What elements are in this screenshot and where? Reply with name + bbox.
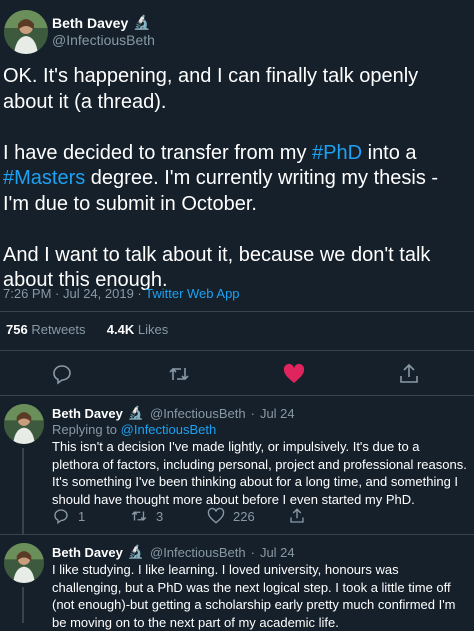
reply-text: This isn't a decision I've made lightly,… <box>52 439 467 507</box>
retweet-count: 3 <box>156 508 164 524</box>
tweet-timestamp[interactable]: 7:26 PM · Jul 24, 2019 · <box>3 286 145 301</box>
tweet-text-segment: I have decided to transfer from my <box>3 141 313 164</box>
share-button[interactable] <box>288 507 306 525</box>
author-name-row: Beth Davey 🔬 <box>52 14 151 31</box>
like-button[interactable]: 226 <box>207 507 255 525</box>
retweet-icon <box>169 367 189 381</box>
reply-button[interactable] <box>50 362 74 386</box>
thread-connector <box>22 448 24 534</box>
reply-date[interactable]: Jul 24 <box>260 406 295 421</box>
retweet-button[interactable] <box>167 362 191 386</box>
replying-to-handle[interactable]: @InfectiousBeth <box>121 422 217 437</box>
replying-to: Replying to @InfectiousBeth <box>52 422 216 437</box>
tweet-paragraph-2: I have decided to transfer from my #PhD … <box>3 141 469 218</box>
replying-to-prefix: Replying to <box>52 422 121 437</box>
share-icon <box>290 508 304 523</box>
reply-icon <box>54 509 68 525</box>
microscope-icon: 🔬 <box>127 544 144 559</box>
author-display-name[interactable]: Beth Davey <box>52 15 128 31</box>
hashtag-masters[interactable]: #Masters <box>3 167 85 189</box>
reply-date[interactable]: Jul 24 <box>260 545 295 560</box>
author-handle[interactable]: @InfectiousBeth <box>150 406 246 421</box>
share-icon <box>400 363 418 383</box>
tweet-paragraph-1: OK. It's happening, and I can finally ta… <box>3 65 419 113</box>
share-button[interactable] <box>397 362 421 386</box>
avatar-photo <box>4 543 44 583</box>
tweet-metadata: 7:26 PM · Jul 24, 2019 · Twitter Web App <box>3 286 240 301</box>
avatar-photo <box>4 10 48 54</box>
retweet-count: 756 <box>6 322 28 337</box>
tweet-text-segment: into a <box>362 141 417 164</box>
reply-text: I like studying. I like learning. I love… <box>52 562 456 630</box>
reply-header: Beth Davey 🔬 @InfectiousBeth · Jul 24 <box>52 405 295 421</box>
author-handle[interactable]: @InfectiousBeth <box>150 545 246 560</box>
reply-header: Beth Davey 🔬 @InfectiousBeth · Jul 24 <box>52 544 295 560</box>
retweet-button[interactable]: 3 <box>130 507 163 525</box>
like-label: Likes <box>137 322 169 337</box>
author-display-name[interactable]: Beth Davey <box>52 545 123 560</box>
retweet-icon <box>131 511 147 521</box>
reply-count: 1 <box>78 508 86 524</box>
avatar[interactable] <box>4 543 44 583</box>
tweet-source[interactable]: Twitter Web App <box>145 286 239 301</box>
reply-button[interactable]: 1 <box>52 507 85 525</box>
tweet-body: OK. It's happening, and I can finally ta… <box>3 64 469 294</box>
author-handle[interactable]: @InfectiousBeth <box>52 32 155 48</box>
like-button[interactable] <box>282 362 306 386</box>
retweet-stat[interactable]: 756 Retweets <box>6 322 86 337</box>
tweet-action-bar <box>0 356 474 392</box>
heart-icon <box>207 507 225 524</box>
retweet-label: Retweets <box>31 322 86 337</box>
divider <box>0 311 474 312</box>
heart-filled-icon <box>283 363 305 383</box>
hashtag-phd[interactable]: #PhD <box>312 142 362 164</box>
avatar[interactable] <box>4 404 44 444</box>
microscope-icon: 🔬 <box>133 14 151 30</box>
author-display-name[interactable]: Beth Davey <box>52 406 123 421</box>
reply-icon <box>53 365 71 385</box>
avatar[interactable] <box>4 10 48 54</box>
reply-action-bar: 1 3 226 <box>52 507 452 527</box>
like-count: 226 <box>233 508 255 524</box>
thread-connector <box>22 587 24 623</box>
separator-dot: · <box>250 405 255 421</box>
reply-tweet[interactable]: Beth Davey 🔬 @InfectiousBeth · Jul 24 Re… <box>0 396 474 534</box>
avatar-photo <box>4 404 44 444</box>
like-stat[interactable]: 4.4K Likes <box>107 322 168 337</box>
divider <box>0 350 474 351</box>
microscope-icon: 🔬 <box>127 405 144 420</box>
separator-dot: · <box>250 544 255 560</box>
tweet-stats: 756 Retweets 4.4K Likes <box>6 322 168 337</box>
reply-tweet[interactable]: Beth Davey 🔬 @InfectiousBeth · Jul 24 I … <box>0 535 474 630</box>
like-count: 4.4K <box>106 322 135 337</box>
